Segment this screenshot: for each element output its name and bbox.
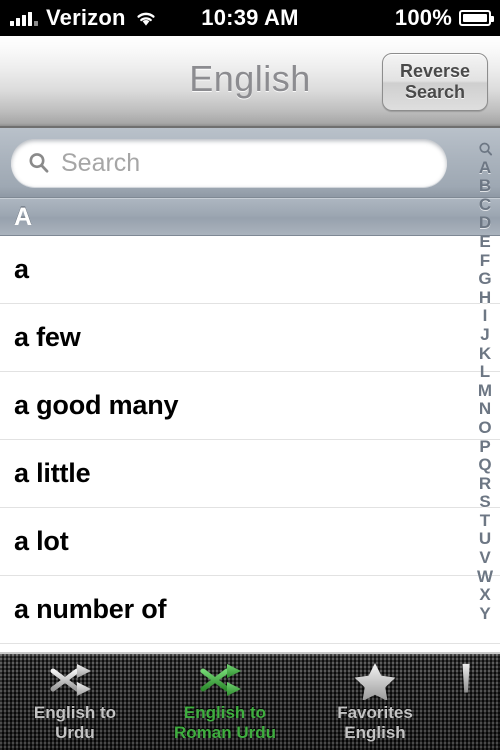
index-letter[interactable]: C <box>479 195 491 215</box>
index-letter[interactable]: W <box>477 567 493 587</box>
index-letter[interactable]: Y <box>479 604 490 624</box>
battery-full-icon <box>459 10 494 26</box>
index-letter[interactable]: P <box>479 437 490 457</box>
battery-percent-label: 100% <box>394 5 452 30</box>
index-letter[interactable]: D <box>479 214 491 233</box>
index-letter[interactable]: F <box>480 251 490 271</box>
star-icon <box>354 663 396 700</box>
tab-label-line2: Roman Urdu <box>174 723 276 742</box>
shuffle-icon <box>50 664 91 696</box>
tab-label: English to Roman Urdu <box>174 703 276 743</box>
tab-bar: English to Urdu English to Roman Urdu Fa… <box>0 652 500 750</box>
index-letter[interactable]: L <box>480 363 490 382</box>
search-icon <box>29 153 49 173</box>
partial-tab-icon <box>462 663 470 693</box>
list-item-label: a <box>14 254 29 284</box>
tab-label-line1: Favorites <box>337 703 413 722</box>
index-letter[interactable]: G <box>478 270 491 289</box>
list-item-label: a few <box>14 322 81 352</box>
index-letter[interactable]: N <box>479 400 491 419</box>
index-letter[interactable]: R <box>479 474 491 494</box>
tab-english-to-urdu[interactable]: English to Urdu <box>0 654 150 743</box>
index-letter[interactable]: U <box>479 530 491 549</box>
list-item[interactable]: a number of <box>0 576 500 644</box>
app-screen: Verizon 10:39 AM 100% English Reverse Se… <box>0 0 500 750</box>
index-letter[interactable]: X <box>479 586 490 605</box>
search-bar-container: Search <box>0 128 500 198</box>
navigation-bar: English Reverse Search <box>0 36 500 128</box>
index-letter[interactable]: T <box>480 511 490 531</box>
index-letter[interactable]: Q <box>478 455 491 475</box>
tab-label-line2: English <box>344 723 406 742</box>
shuffle-icon <box>200 664 241 696</box>
index-letter[interactable]: K <box>479 344 491 364</box>
list-item[interactable]: a few <box>0 304 500 372</box>
alphabet-index[interactable]: A B C D E F G H I J K L M N O P Q R S T … <box>470 140 500 652</box>
list-item-label: a lot <box>14 526 69 556</box>
list-item-label: a little <box>14 458 91 488</box>
index-letter[interactable]: B <box>479 177 491 196</box>
index-letter[interactable]: A <box>479 158 491 178</box>
index-letter[interactable]: E <box>479 232 490 252</box>
word-list[interactable]: a a few a good many a little a lot a num… <box>0 236 500 652</box>
list-item[interactable]: a <box>0 236 500 304</box>
index-letter[interactable]: V <box>479 548 490 568</box>
tab-label: English to Urdu <box>34 703 116 743</box>
search-input[interactable]: Search <box>11 139 447 187</box>
search-icon[interactable] <box>478 140 493 159</box>
list-item-label: a number of <box>14 594 167 624</box>
tab-label-line1: English to <box>33 703 117 722</box>
reverse-search-label-line2: Search <box>404 82 466 102</box>
index-letter[interactable]: H <box>479 288 491 308</box>
tab-english-to-roman-urdu[interactable]: English to Roman Urdu <box>150 654 300 743</box>
section-header-label: A <box>14 202 33 231</box>
reverse-search-button[interactable]: Reverse Search <box>382 53 488 111</box>
search-placeholder: Search <box>61 148 141 177</box>
tab-label: Favorites English <box>337 703 413 743</box>
index-letter[interactable]: I <box>483 307 488 326</box>
list-item[interactable]: a lot <box>0 508 500 576</box>
reverse-search-label-line1: Reverse <box>399 61 471 81</box>
list-item[interactable]: a little <box>0 440 500 508</box>
index-letter[interactable]: O <box>478 418 491 438</box>
status-bar: Verizon 10:39 AM 100% <box>0 0 500 36</box>
list-item-label: a good many <box>14 390 179 420</box>
list-item[interactable]: a good many <box>0 372 500 440</box>
index-letter[interactable]: J <box>480 325 489 345</box>
section-header: A <box>0 198 500 236</box>
tab-label-line2: Urdu <box>55 723 95 742</box>
status-bar-right: 100% <box>394 5 494 31</box>
tab-favorites-english[interactable]: Favorites English <box>300 654 450 743</box>
tab-label-line1: English to <box>183 703 267 722</box>
index-letter[interactable]: M <box>478 381 492 401</box>
tab-partial-offscreen[interactable] <box>450 654 500 700</box>
index-letter[interactable]: S <box>479 493 490 512</box>
